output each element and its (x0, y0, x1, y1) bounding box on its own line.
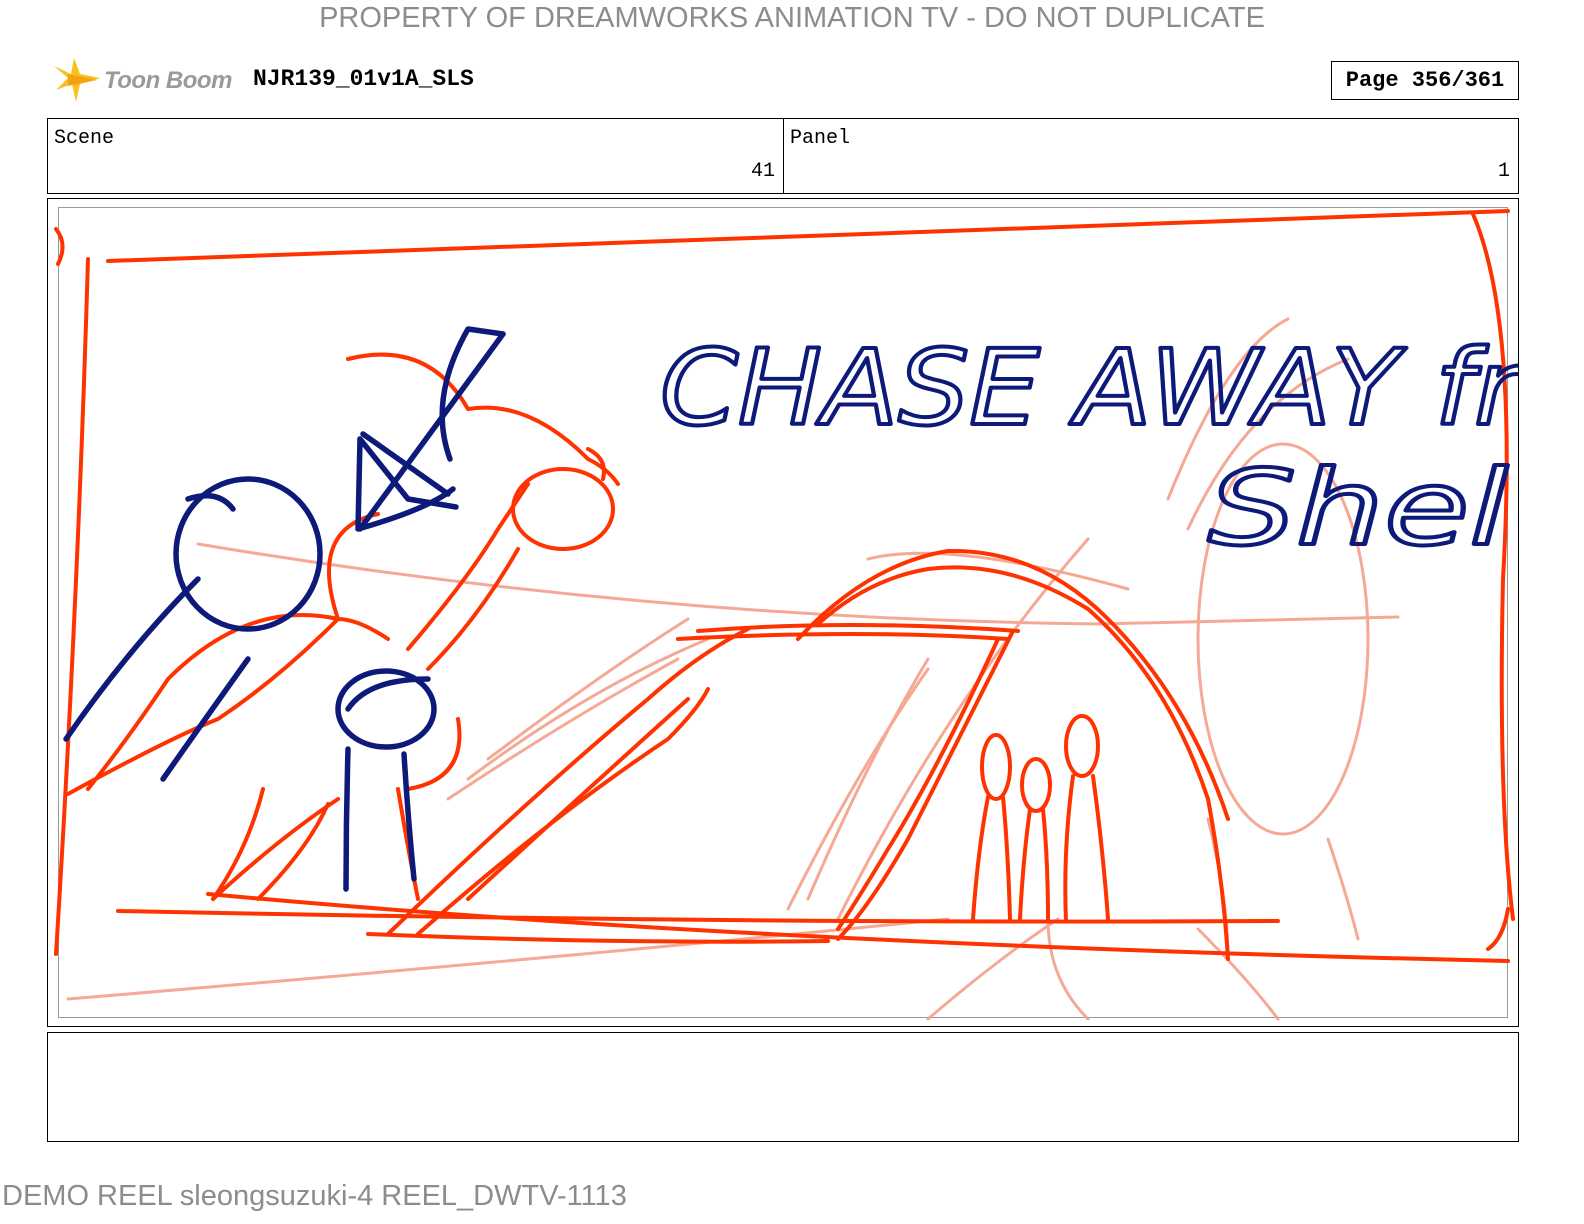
blue-ink (63, 326, 506, 892)
storyboard-panel-frame: CHASE AWAY fr Shel (47, 198, 1519, 1027)
project-title: NJR139_01v1A_SLS (253, 66, 474, 92)
logo-text: Toon Boom (104, 67, 232, 94)
scene-panel-info: Scene 41 Panel 1 (47, 118, 1519, 194)
toon-boom-star-icon (54, 58, 100, 102)
confidentiality-watermark: PROPERTY OF DREAMWORKS ANIMATION TV - DO… (319, 2, 1265, 34)
scene-cell: Scene 41 (48, 119, 784, 193)
panel-cell: Panel 1 (784, 119, 1518, 193)
panel-number: 1 (1497, 160, 1510, 183)
scene-number: 41 (750, 160, 775, 183)
footer-note: DEMO REEL sleongsuzuki-4 REEL_DWTV-1113 (2, 1180, 627, 1212)
red-roughs (54, 209, 1515, 963)
storyboard-sketch: CHASE AWAY fr Shel (54, 209, 1519, 1021)
caption-line-1: CHASE AWAY fr (660, 327, 1519, 449)
panel-notes-box (47, 1032, 1519, 1142)
panel-label: Panel (790, 127, 851, 150)
toon-boom-logo: Toon Boom (52, 56, 232, 106)
page-number: Page 356/361 (1331, 61, 1519, 100)
caption-line-2: Shel (1208, 447, 1508, 569)
scene-label: Scene (54, 127, 115, 150)
